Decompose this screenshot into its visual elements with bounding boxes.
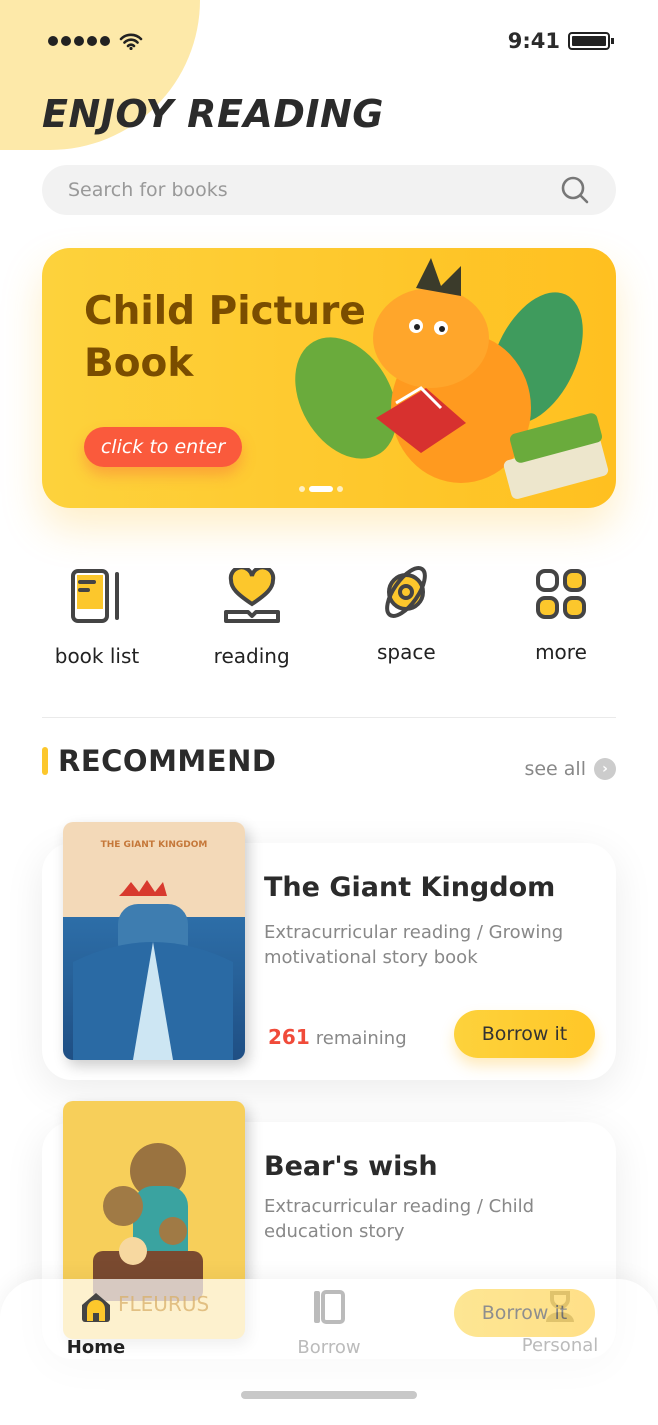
tab-label: Borrow	[297, 1337, 361, 1358]
dinosaur-reading-illustration	[295, 258, 609, 499]
book-icon	[314, 1290, 345, 1324]
tab-label: Personal	[521, 1335, 599, 1356]
remaining-label: remaining	[315, 1028, 407, 1049]
category-row: book list reading space more	[42, 566, 616, 668]
book-title[interactable]: The Giant Kingdom	[264, 872, 555, 903]
giant-illustration	[73, 880, 233, 1060]
borrow-button[interactable]: Borrow it	[454, 1010, 595, 1058]
status-bar: 9:41	[48, 26, 614, 56]
category-label: reading	[213, 644, 290, 668]
book-description: Extracurricular reading / Child educatio…	[264, 1196, 535, 1242]
accent-bar	[42, 747, 48, 775]
battery-icon	[568, 32, 614, 50]
home-indicator[interactable]	[241, 1391, 417, 1399]
category-reading[interactable]: reading	[197, 568, 307, 668]
recommend-header: RECOMMEND	[42, 744, 276, 778]
category-book-list[interactable]: book list	[42, 568, 152, 668]
home-icon	[82, 1293, 110, 1322]
remaining-number: 261	[268, 1025, 310, 1049]
search-icon[interactable]	[560, 175, 590, 205]
page-title: ENJOY READING	[42, 92, 384, 136]
chevron-right-icon: ›	[594, 758, 616, 780]
category-label: more	[535, 640, 587, 664]
tab-label: Home	[66, 1337, 126, 1358]
signal-dots-icon	[48, 32, 143, 50]
grid-icon	[535, 569, 586, 619]
book-cover[interactable]: THE GIANT KINGDOM	[63, 822, 245, 1060]
remaining-count: 261 remaining	[268, 1025, 407, 1049]
carousel-pager[interactable]	[299, 486, 343, 492]
borrow-button[interactable]: Borrow it	[454, 1289, 595, 1337]
clock: 9:41	[507, 29, 560, 53]
category-more[interactable]: more	[506, 568, 616, 668]
wifi-icon	[119, 33, 143, 50]
click-to-enter-button[interactable]: click to enter	[84, 427, 242, 467]
section-title: RECOMMEND	[58, 744, 277, 778]
cover-publisher: FLEURUS	[118, 1292, 210, 1316]
category-space[interactable]: space	[351, 564, 461, 668]
see-all-label: see all	[524, 758, 586, 780]
search-input[interactable]	[68, 179, 518, 201]
category-label: space	[376, 640, 436, 664]
category-label: book list	[54, 644, 140, 668]
tab-borrow[interactable]: Borrow	[269, 1289, 389, 1358]
search-bar[interactable]	[42, 165, 616, 215]
divider	[42, 717, 616, 718]
book-list-icon	[71, 569, 119, 623]
book-title[interactable]: Bear's wish	[264, 1151, 438, 1182]
heart-book-icon	[223, 568, 280, 623]
book-description: Extracurricular reading / Growing motiva…	[264, 922, 564, 968]
planet-icon	[385, 566, 428, 618]
banner-carousel[interactable]: Child Picture Book click to enter	[42, 248, 616, 508]
see-all-link[interactable]: see all ›	[524, 758, 616, 780]
